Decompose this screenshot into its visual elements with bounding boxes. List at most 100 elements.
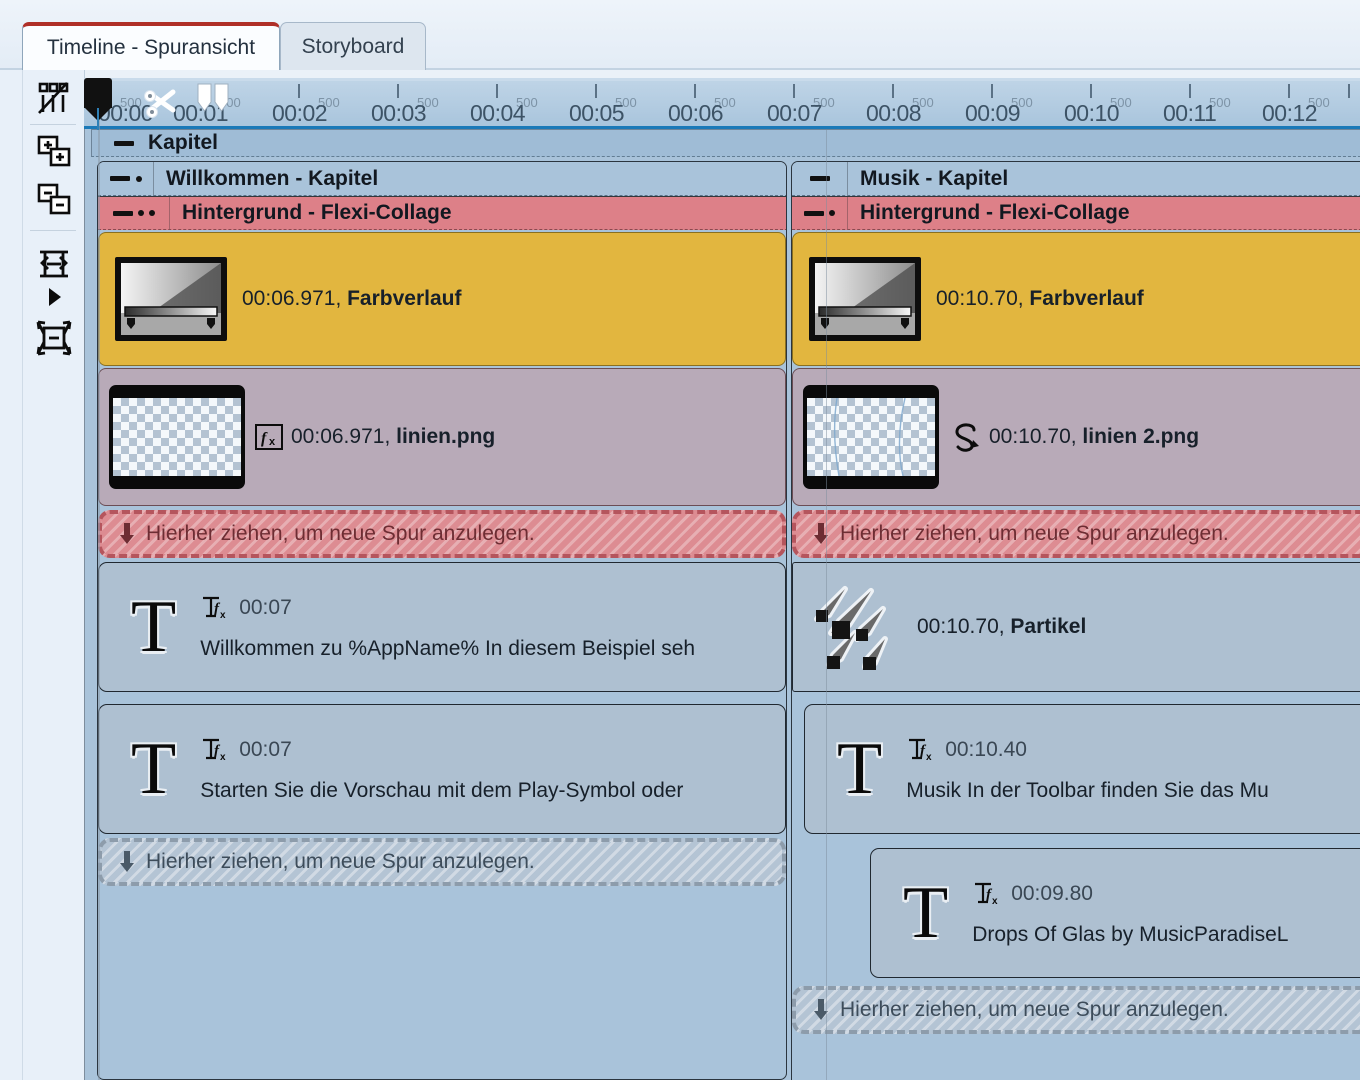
clip-linien-png-1[interactable]: f x 00:06.971, linien.png (98, 368, 786, 506)
solo-dot-icon[interactable] (148, 210, 155, 216)
scissors-icon[interactable] (138, 80, 182, 124)
left-gutter (0, 70, 22, 1080)
clip-label: 00:06.971, Farbverlauf (242, 287, 462, 310)
clip-text-content: Starten Sie die Vorschau mit dem Play-Sy… (200, 779, 684, 802)
gradient-thumbnail (115, 257, 227, 341)
fit-all-icon[interactable] (34, 318, 74, 358)
collapse-icon[interactable] (804, 210, 824, 216)
clip-linien2-png[interactable]: 00:10.70, linien 2.png (792, 368, 1360, 506)
chapter-group-musik[interactable]: Musik - Kapitel Hintergrund - Flexi-Coll… (791, 161, 1360, 1080)
ruler-time-label: 00:09 (965, 100, 1021, 126)
track-header-kapitel[interactable]: Kapitel (91, 129, 1360, 157)
text-fx-icon: f x (906, 735, 936, 765)
mute-dot-icon[interactable] (135, 175, 142, 182)
clip-label: 00:10.70, Partikel (917, 615, 1087, 638)
timeline-ruler[interactable]: 500 00:00 500 00:01 500 00:02 500 00:03 … (84, 78, 1360, 128)
svg-text:x: x (992, 896, 998, 907)
ruler-time-label: 00:04 (470, 100, 526, 126)
ruler-time-label: 00:12 (1262, 100, 1318, 126)
clip-text-willkommen[interactable]: T f x 00:07 Willkommen zu %AppName% In d… (98, 562, 786, 692)
clip-text-musik[interactable]: T f x 00:10.40 Musik In der Toolbar find… (804, 704, 1360, 834)
track-view-icon[interactable] (34, 78, 74, 118)
clip-text-content: Drops Of Glas by MusicParadiseL (972, 923, 1289, 946)
group-header-willkommen[interactable]: Willkommen - Kapitel (98, 162, 786, 196)
dropzone-new-track-2[interactable]: Hierher ziehen, um neue Spur anzulegen. (98, 838, 786, 886)
dropzone-label: Hierher ziehen, um neue Spur anzulegen. (146, 850, 535, 873)
group-title: Willkommen - Kapitel (166, 166, 379, 190)
png-thumbnail (109, 385, 245, 489)
ruler-tick (496, 84, 498, 98)
arrow-down-icon (812, 998, 830, 1022)
timeline-window: Timeline - Spuransicht Storyboard 500 00… (0, 0, 1360, 1080)
ruler-tick (793, 84, 795, 98)
playhead-body (84, 78, 112, 108)
ruler-tick (892, 84, 894, 98)
collapse-icon[interactable] (109, 176, 130, 181)
group-header-musik[interactable]: Musik - Kapitel (792, 162, 1360, 196)
dropzone-label: Hierher ziehen, um neue Spur anzulegen. (146, 522, 535, 545)
subtrack-title: Hintergrund - Flexi-Collage (860, 201, 1130, 224)
dropzone-label: Hierher ziehen, um neue Spur anzulegen. (840, 522, 1229, 545)
fx-icon: f x (255, 422, 283, 452)
arrow-down-icon (118, 522, 136, 546)
clip-text-drops[interactable]: T f x 00:09.80 Drops Of Glas by MusicPar… (870, 848, 1360, 978)
mute-dot-icon[interactable] (829, 210, 835, 216)
text-fx-icon: f x (200, 593, 230, 623)
svg-text:f: f (261, 430, 268, 447)
rail-separator (30, 230, 76, 231)
subtrack-title: Hintergrund - Flexi-Collage (182, 201, 452, 224)
ruler-time-label: 00:02 (272, 100, 328, 126)
text-clip-icon: T (903, 872, 949, 954)
mute-dot-icon[interactable] (137, 210, 144, 216)
tab-storyboard[interactable]: Storyboard (280, 22, 426, 70)
ruler-tick (397, 84, 399, 98)
track-title: Kapitel (148, 131, 219, 154)
dropzone-new-track-3[interactable]: Hierher ziehen, um neue Spur anzulegen. (792, 510, 1360, 558)
collapse-icon[interactable] (114, 140, 134, 146)
loop-icon (949, 420, 983, 454)
ruler-time-label: 00:10 (1064, 100, 1120, 126)
text-fx-icon: f x (972, 879, 1002, 909)
ruler-time-label: 00:08 (866, 100, 922, 126)
subtrack-gutter (792, 197, 848, 229)
clip-label: 00:06.971, linien.png (291, 425, 496, 448)
dropzone-label: Hierher ziehen, um neue Spur anzulegen. (840, 998, 1229, 1021)
chapter-group-willkommen[interactable]: Willkommen - Kapitel Hintergrund - Flexi… (97, 161, 787, 1080)
fit-height-icon[interactable] (34, 244, 74, 284)
subtrack-header-hintergrund-1[interactable]: Hintergrund - Flexi-Collage (98, 196, 786, 230)
dropzone-new-track-1[interactable]: Hierher ziehen, um neue Spur anzulegen. (98, 510, 786, 558)
clip-farbverlauf-1[interactable]: 00:06.971, Farbverlauf (98, 232, 786, 366)
clip-partikel[interactable]: 00:10.70, Partikel (792, 562, 1360, 692)
clip-label: 00:10.70, linien 2.png (989, 425, 1200, 448)
trim-marker-icon[interactable] (196, 82, 232, 114)
text-clip-icon: T (837, 728, 883, 810)
playhead-marker[interactable] (84, 78, 112, 130)
png-thumbnail (803, 385, 939, 489)
particle-icon (809, 577, 909, 677)
subtrack-header-hintergrund-2[interactable]: Hintergrund - Flexi-Collage (792, 196, 1360, 230)
clip-time: 00:07 (239, 596, 292, 619)
remove-track-icon[interactable] (34, 180, 74, 220)
svg-text:x: x (220, 610, 226, 621)
svg-text:x: x (220, 752, 226, 763)
expand-arrow-icon[interactable] (44, 284, 66, 310)
rail-separator (30, 124, 76, 125)
tab-timeline-spuransicht[interactable]: Timeline - Spuransicht (22, 22, 280, 70)
ruler-tick (595, 84, 597, 98)
collapse-icon[interactable] (112, 210, 133, 216)
dropzone-new-track-4[interactable]: Hierher ziehen, um neue Spur anzulegen. (792, 986, 1360, 1034)
ruler-time-label: 00:03 (371, 100, 427, 126)
ruler-tick (991, 84, 993, 98)
playhead-line (97, 108, 99, 130)
clip-text-starten[interactable]: T f x 00:07 Starten Sie die Vorschau mit… (98, 704, 786, 834)
svg-text:x: x (269, 436, 276, 448)
add-track-icon[interactable] (34, 132, 74, 172)
ruler-tick (1348, 84, 1350, 98)
secondary-guideline (826, 130, 827, 1080)
timeline-body[interactable]: Kapitel Willkommen - Kapitel Hintergrund… (84, 129, 1360, 1080)
clip-label: 00:10.70, Farbverlauf (936, 287, 1144, 310)
clip-time: 00:09.80 (1011, 882, 1093, 905)
text-clip-icon: T (131, 586, 177, 668)
clip-time: 00:07 (239, 738, 292, 761)
clip-farbverlauf-2[interactable]: 00:10.70, Farbverlauf (792, 232, 1360, 366)
